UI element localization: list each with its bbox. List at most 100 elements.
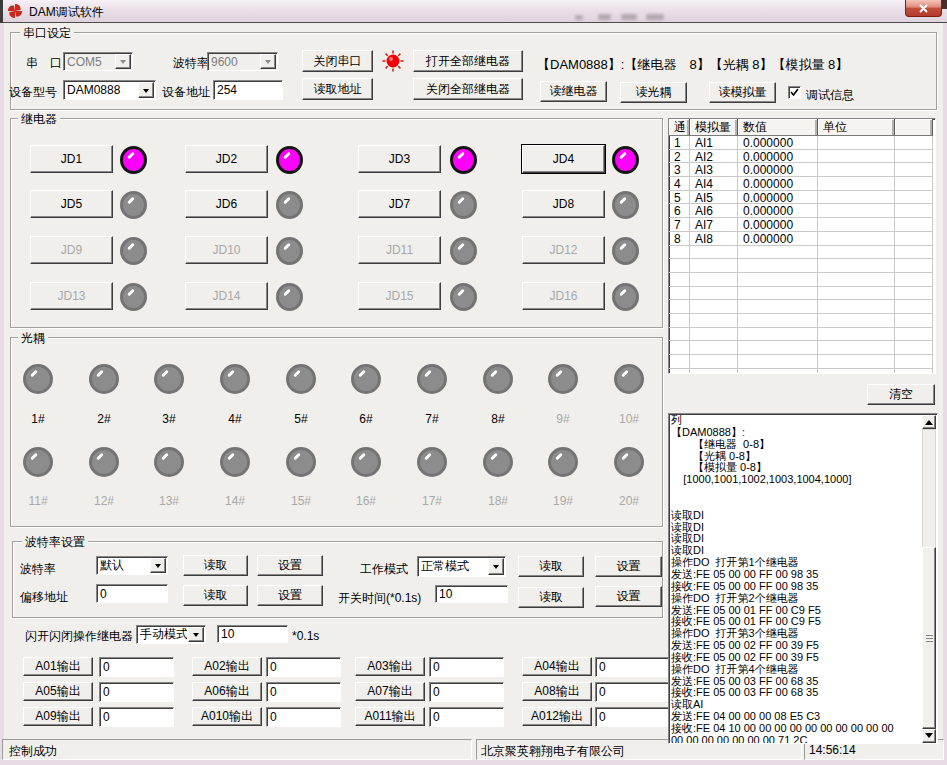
ao8-output-input[interactable]: [595, 682, 670, 702]
read-baudrate-button[interactable]: 读取: [183, 555, 248, 576]
table-cell: [690, 287, 738, 301]
read-offset-button[interactable]: 读取: [183, 585, 248, 606]
scroll-up-button[interactable]: [922, 415, 936, 429]
table-cell: [669, 273, 690, 287]
relay-button-jd13[interactable]: JD13: [30, 282, 113, 310]
offset-address-input[interactable]: [96, 584, 168, 603]
ao2-output-button[interactable]: A02输出: [192, 657, 262, 676]
scrollbar-thumb[interactable]: [922, 547, 936, 729]
opto-led-3: [154, 364, 184, 394]
ao5-output-input[interactable]: [99, 682, 174, 702]
clear-button[interactable]: 清空: [867, 384, 935, 405]
relay-group-title: 继电器: [18, 111, 60, 128]
table-cell: [895, 300, 933, 314]
ao11-output-button[interactable]: A011输出: [355, 707, 425, 726]
ao11-output-input[interactable]: [429, 707, 504, 727]
table-cell: [895, 177, 933, 191]
chevron-down-icon[interactable]: [188, 627, 204, 642]
ao3-output-button[interactable]: A03输出: [355, 657, 425, 676]
relay-button-jd8[interactable]: JD8: [522, 190, 605, 218]
ao4-output-input[interactable]: [595, 657, 670, 677]
opto-label-8: 8#: [478, 412, 518, 426]
table-header-channel[interactable]: 通: [669, 119, 690, 136]
relay-button-jd1[interactable]: JD1: [30, 145, 113, 173]
set-switch-time-button[interactable]: 设置: [595, 586, 662, 607]
relay-button-jd9[interactable]: JD9: [30, 236, 113, 264]
relay-button-jd11[interactable]: JD11: [358, 236, 441, 264]
scroll-down-button[interactable]: [922, 729, 936, 743]
relay-led-7: [450, 191, 477, 219]
ao6-output-input[interactable]: [266, 682, 341, 702]
table-header-analog[interactable]: 模拟量: [690, 119, 738, 136]
opto-label-20: 20#: [609, 494, 649, 508]
ao8-output-button[interactable]: A08输出: [522, 682, 592, 701]
close-all-relays-button[interactable]: 关闭全部继电器: [413, 78, 523, 100]
switch-time-input[interactable]: [435, 585, 508, 603]
ao12-output-button[interactable]: A012输出: [522, 707, 592, 726]
chevron-down-icon[interactable]: [138, 82, 154, 98]
relay-button-jd6[interactable]: JD6: [185, 190, 268, 218]
ao9-output-input[interactable]: [99, 707, 174, 727]
relay-button-jd10[interactable]: JD10: [185, 236, 268, 264]
ao3-output-input[interactable]: [429, 657, 504, 677]
open-all-relays-button[interactable]: 打开全部继电器: [413, 50, 523, 72]
chevron-down-icon[interactable]: [150, 558, 166, 573]
glass-smudge: [621, 14, 637, 20]
flash-time-input[interactable]: [217, 625, 288, 643]
ao4-output-button[interactable]: A04输出: [522, 657, 592, 676]
debug-info-checkbox[interactable]: [788, 86, 801, 99]
baudrate-combobox[interactable]: 默认: [96, 556, 168, 575]
relay-button-jd14[interactable]: JD14: [185, 282, 268, 310]
work-mode-combobox[interactable]: 正常模式: [417, 556, 506, 577]
ao7-output-input[interactable]: [429, 682, 504, 702]
chevron-down-icon[interactable]: [115, 54, 131, 69]
ao12-output-input[interactable]: [595, 707, 670, 727]
read-switch-time-button[interactable]: 读取: [518, 587, 584, 608]
port-combobox[interactable]: COM5: [63, 52, 133, 71]
relay-button-jd16[interactable]: JD16: [522, 282, 605, 310]
ao7-output-button[interactable]: A07输出: [355, 682, 425, 701]
relay-button-jd12[interactable]: JD12: [522, 236, 605, 264]
flash-mode-combobox[interactable]: 手动模式: [136, 625, 206, 644]
set-baudrate-button[interactable]: 设置: [257, 555, 323, 576]
relay-button-jd2[interactable]: JD2: [185, 145, 268, 173]
read-relays-button[interactable]: 读继电器: [540, 81, 607, 102]
set-offset-button[interactable]: 设置: [257, 585, 323, 606]
table-cell: [690, 328, 738, 342]
ao2-output-input[interactable]: [266, 657, 341, 677]
opto-led-8: [483, 364, 513, 394]
set-work-mode-button[interactable]: 设置: [595, 556, 662, 577]
table-cell: [669, 259, 690, 273]
ao10-output-button[interactable]: A010输出: [192, 707, 262, 726]
table-header-extra[interactable]: [895, 119, 933, 136]
table-header-value[interactable]: 数值: [738, 119, 818, 136]
ao6-output-button[interactable]: A06输出: [192, 682, 262, 701]
table-header-unit[interactable]: 单位: [818, 119, 895, 136]
relay-button-jd4[interactable]: JD4: [522, 145, 605, 173]
baud-combobox[interactable]: 9600: [207, 52, 278, 71]
read-work-mode-button[interactable]: 读取: [518, 556, 584, 577]
relay-button-jd15[interactable]: JD15: [358, 282, 441, 310]
close-button[interactable]: [905, 0, 942, 17]
device-address-input[interactable]: [213, 80, 283, 100]
opto-led-6: [351, 364, 381, 394]
opto-label-10: 10#: [609, 412, 649, 426]
table-cell: [738, 287, 818, 301]
read-opto-button[interactable]: 读光耦: [620, 82, 687, 103]
chevron-down-icon[interactable]: [260, 54, 276, 69]
read-address-button[interactable]: 读取地址: [302, 78, 373, 100]
chevron-down-icon[interactable]: [488, 558, 504, 575]
ao9-output-button[interactable]: A09输出: [23, 707, 93, 726]
table-cell: 8: [669, 232, 690, 246]
read-analog-button[interactable]: 读模拟量: [709, 82, 776, 103]
model-combobox[interactable]: DAM0888: [63, 80, 156, 100]
relay-button-jd5[interactable]: JD5: [30, 190, 113, 218]
title-bar[interactable]: DAM调试软件: [0, 0, 947, 22]
ao1-output-input[interactable]: [99, 657, 174, 677]
ao10-output-input[interactable]: [266, 707, 341, 727]
relay-button-jd3[interactable]: JD3: [358, 145, 441, 173]
ao1-output-button[interactable]: A01输出: [23, 657, 93, 676]
relay-button-jd7[interactable]: JD7: [358, 190, 441, 218]
close-port-button[interactable]: 关闭串口: [302, 50, 373, 72]
ao5-output-button[interactable]: A05输出: [23, 682, 93, 701]
